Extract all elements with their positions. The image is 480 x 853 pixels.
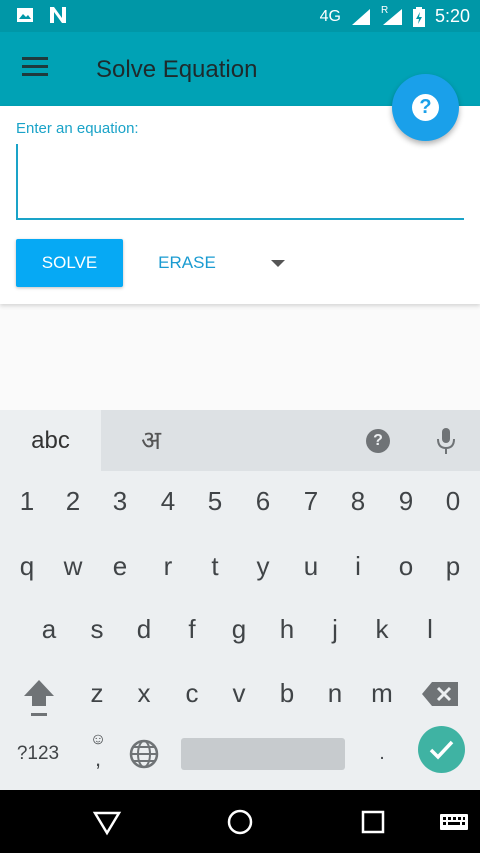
key-b[interactable]: b xyxy=(267,669,307,717)
spacebar-key[interactable] xyxy=(181,738,345,770)
shift-icon[interactable] xyxy=(20,676,58,720)
key-s[interactable]: s xyxy=(77,605,117,653)
solve-button[interactable]: SOLVE xyxy=(16,239,123,287)
key-g[interactable]: g xyxy=(219,605,259,653)
backspace-icon[interactable] xyxy=(420,678,462,710)
period-key[interactable]: . xyxy=(362,730,402,778)
key-l[interactable]: l xyxy=(410,605,450,653)
key-6[interactable]: 6 xyxy=(243,477,283,525)
microphone-icon[interactable] xyxy=(432,426,460,456)
home-icon[interactable] xyxy=(224,806,256,838)
key-k[interactable]: k xyxy=(362,605,402,653)
key-r[interactable]: r xyxy=(148,542,188,590)
key-j[interactable]: j xyxy=(315,605,355,653)
key-m[interactable]: m xyxy=(362,669,402,717)
enter-key[interactable] xyxy=(418,726,465,773)
key-u[interactable]: u xyxy=(291,542,331,590)
n-logo-icon xyxy=(50,7,66,23)
recents-icon[interactable] xyxy=(357,806,389,838)
key-d[interactable]: d xyxy=(124,605,164,653)
erase-button[interactable]: ERASE xyxy=(140,239,234,287)
key-o[interactable]: o xyxy=(386,542,426,590)
emoji-comma-key[interactable]: ☺ , xyxy=(84,730,112,774)
keyboard-switch-icon[interactable] xyxy=(438,806,470,838)
key-q[interactable]: q xyxy=(7,542,47,590)
key-9[interactable]: 9 xyxy=(386,477,426,525)
key-2[interactable]: 2 xyxy=(53,477,93,525)
signal-icon xyxy=(351,8,370,25)
key-z[interactable]: z xyxy=(77,669,117,717)
key-x[interactable]: x xyxy=(124,669,164,717)
key-4[interactable]: 4 xyxy=(148,477,188,525)
help-icon: ? xyxy=(412,94,439,121)
soft-keyboard: abc अ ? 1 2 3 4 5 6 7 8 9 0 q w e r t y … xyxy=(0,410,480,790)
equation-input[interactable] xyxy=(16,144,464,220)
roaming-label: R xyxy=(380,4,389,16)
key-1[interactable]: 1 xyxy=(7,477,47,525)
roaming-signal: R xyxy=(380,4,403,26)
keyboard-help-icon[interactable]: ? xyxy=(366,429,390,453)
key-e[interactable]: e xyxy=(100,542,140,590)
symbols-key[interactable]: ?123 xyxy=(10,730,66,778)
key-w[interactable]: w xyxy=(53,542,93,590)
back-icon[interactable] xyxy=(91,806,123,838)
clock: 5:20 xyxy=(434,6,470,26)
navigation-bar xyxy=(0,790,480,853)
key-3[interactable]: 3 xyxy=(100,477,140,525)
key-f[interactable]: f xyxy=(172,605,212,653)
equation-label: Enter an equation: xyxy=(16,120,139,137)
image-icon xyxy=(17,8,33,22)
key-v[interactable]: v xyxy=(219,669,259,717)
globe-icon[interactable] xyxy=(128,738,160,770)
key-c[interactable]: c xyxy=(172,669,212,717)
key-n[interactable]: n xyxy=(315,669,355,717)
network-type-label: 4G xyxy=(319,7,341,25)
key-y[interactable]: y xyxy=(243,542,283,590)
key-5[interactable]: 5 xyxy=(195,477,235,525)
key-a[interactable]: a xyxy=(29,605,69,653)
help-fab-button[interactable]: ? xyxy=(392,74,459,141)
keyboard-toolbar: abc अ ? xyxy=(0,410,480,471)
keyboard-tab-hindi[interactable]: अ xyxy=(101,410,201,471)
comma-label: , xyxy=(94,746,102,771)
key-7[interactable]: 7 xyxy=(291,477,331,525)
battery-charging-icon xyxy=(412,6,425,27)
dropdown-arrow-icon[interactable] xyxy=(262,246,294,280)
key-t[interactable]: t xyxy=(195,542,235,590)
keyboard-tab-abc[interactable]: abc xyxy=(0,410,101,471)
key-0[interactable]: 0 xyxy=(433,477,473,525)
hamburger-menu-icon[interactable] xyxy=(22,57,50,81)
key-i[interactable]: i xyxy=(338,542,378,590)
status-bar: 4G R 5:20 xyxy=(0,0,480,32)
key-h[interactable]: h xyxy=(267,605,307,653)
key-8[interactable]: 8 xyxy=(338,477,378,525)
checkmark-icon xyxy=(429,740,454,760)
key-p[interactable]: p xyxy=(433,542,473,590)
page-title: Solve Equation xyxy=(96,56,258,83)
